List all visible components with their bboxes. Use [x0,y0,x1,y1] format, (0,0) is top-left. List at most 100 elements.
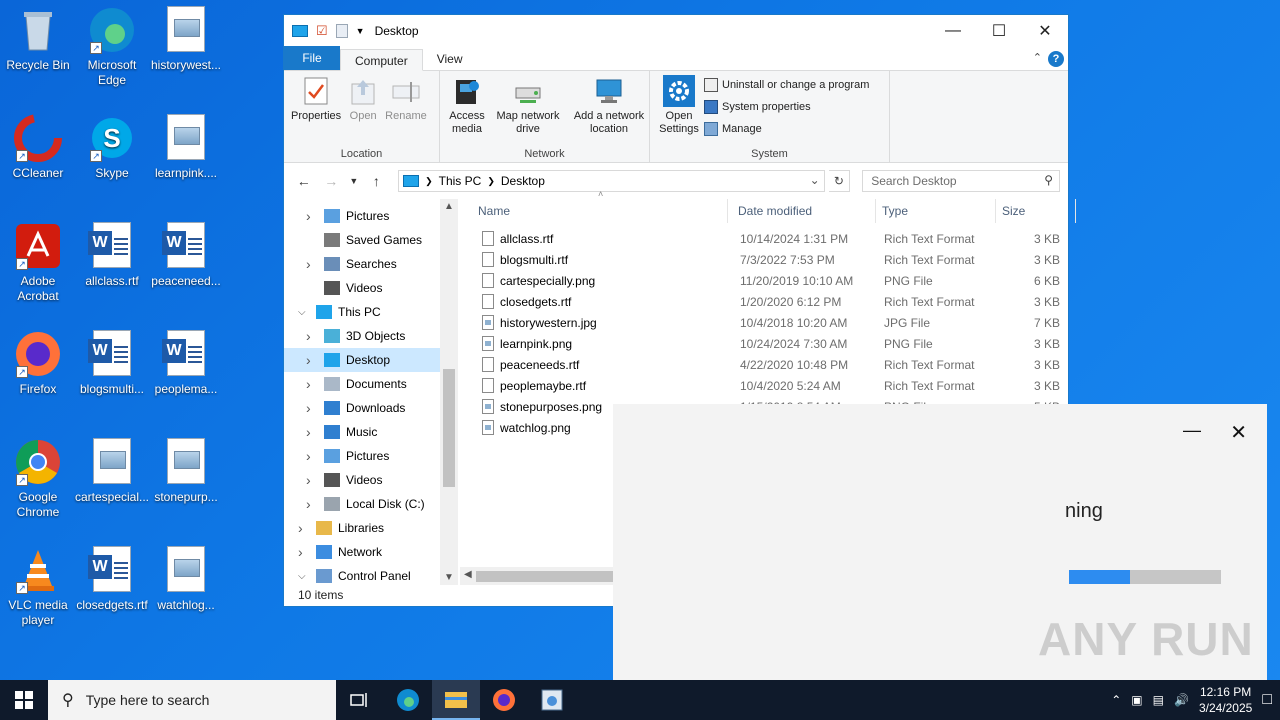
nav-item[interactable]: › 3D Objects [284,324,440,348]
desktop-icon[interactable]: ↗ CCleaner [0,114,76,181]
desktop-icon[interactable]: watchlog... [148,546,224,613]
desktop-icon[interactable]: learnpink.... [148,114,224,181]
app-taskbar-icon[interactable] [528,680,576,720]
nav-item[interactable]: › Pictures [284,204,440,228]
expand-arrow-icon[interactable]: › [306,472,311,488]
back-arrow-icon[interactable]: ← [292,173,315,189]
breadcrumb-this-pc[interactable]: This PC [439,174,482,188]
new-folder-quick-icon[interactable] [335,24,348,38]
nav-item[interactable]: › Local Disk (C:) [284,492,440,516]
address-bar[interactable]: ❯ This PC ❯ Desktop ⌄ [398,170,825,192]
close-button[interactable]: ✕ [1022,15,1068,47]
nav-item[interactable]: › Searches [284,252,440,276]
table-row[interactable]: allclass.rtf 10/14/2024 1:31 PM Rich Text … [458,229,1068,250]
nav-scroll-thumb[interactable] [443,369,455,487]
nav-item[interactable]: ⌵ Control Panel [284,564,440,585]
properties-quick-icon[interactable]: ☑ [316,23,328,39]
collapse-arrow-icon[interactable]: ⌵ [298,571,306,582]
scroll-left-icon[interactable]: ◀ [464,569,472,580]
scroll-down-icon[interactable]: ▼ [444,572,454,583]
breadcrumb-separator-icon[interactable]: ❯ [425,176,433,187]
refresh-icon[interactable]: ↻ [828,170,851,192]
chevron-up-icon[interactable]: ⌃ [1111,693,1121,707]
taskbar-search-input[interactable]: ⚲ Type here to search [48,680,336,720]
expand-arrow-icon[interactable]: › [306,352,311,368]
column-date-modified[interactable]: Date modified [732,199,876,223]
desktop-icon[interactable]: Wpeoplema... [148,330,224,397]
expand-arrow-icon[interactable]: › [306,424,311,440]
desktop-icon[interactable]: Wallclass.rtf [74,222,150,289]
nav-item[interactable]: › Libraries [284,516,440,540]
desktop-icon[interactable]: ↗ Google Chrome [0,438,76,520]
network-icon[interactable]: ▤ [1153,693,1164,707]
table-row[interactable]: closedgets.rtf 1/20/2020 6:12 PM Rich Text… [458,292,1068,313]
forward-arrow-icon[interactable]: → [319,173,342,189]
desktop-icon[interactable]: Wblogsmulti... [74,330,150,397]
table-row[interactable]: blogsmulti.rtf 7/3/2022 7:53 PM Rich Text … [458,250,1068,271]
expand-arrow-icon[interactable]: › [306,376,311,392]
desktop-icon[interactable]: stonepurp... [148,438,224,505]
start-button[interactable] [0,680,48,720]
recent-locations-icon[interactable]: ▼ [347,176,361,186]
desktop-icon[interactable]: Recycle Bin [0,6,76,73]
desktop-icon[interactable]: ↗ Adobe Acrobat [0,222,76,304]
uninstall-program-button[interactable]: Uninstall or change a program [704,77,869,93]
tab-file[interactable]: File [284,46,340,70]
customize-toolbar-icon[interactable]: ▼ [356,26,365,36]
desktop-icon[interactable]: historywest... [148,6,224,73]
notifications-icon[interactable]: □ [1262,691,1272,709]
dialog-minimize-button[interactable]: — [1183,420,1201,441]
table-row[interactable]: peoplemaybe.rtf 10/4/2020 5:24 AM Rich Tex… [458,376,1068,397]
desktop-icon[interactable]: Wclosedgets.rtf [74,546,150,613]
expand-arrow-icon[interactable]: › [306,328,311,344]
dialog-close-button[interactable]: ✕ [1230,420,1247,445]
file-explorer-taskbar-icon[interactable] [432,680,480,720]
nav-item[interactable]: › Videos [284,468,440,492]
nav-item[interactable]: › Desktop [284,348,440,372]
task-view-icon[interactable] [336,680,384,720]
nav-item[interactable]: › Documents [284,372,440,396]
nav-item[interactable]: › Music [284,420,440,444]
table-row[interactable]: historywestern.jpg 10/4/2018 10:20 AM JPG … [458,313,1068,334]
maximize-button[interactable]: ☐ [976,15,1022,47]
nav-item[interactable]: ⌵ This PC [284,300,440,324]
address-dropdown-icon[interactable]: ⌄ [810,173,820,187]
nav-item[interactable]: Saved Games [284,228,440,252]
manage-button[interactable]: Manage [704,121,869,137]
up-arrow-icon[interactable]: ↑ [365,173,388,189]
expand-arrow-icon[interactable]: › [306,208,311,224]
desktop-icon[interactable]: ↗ VLC media player [0,546,76,628]
firefox-taskbar-icon[interactable] [480,680,528,720]
desktop-icon[interactable]: S ↗ Skype [74,114,150,181]
expand-arrow-icon[interactable]: › [306,256,311,272]
tab-view[interactable]: View [423,48,477,70]
system-properties-button[interactable]: System properties [704,99,869,115]
collapse-ribbon-icon[interactable]: ⌃ [1033,51,1042,64]
expand-arrow-icon[interactable]: › [306,496,311,512]
desktop-icon[interactable]: ↗ Microsoft Edge [74,6,150,88]
edge-taskbar-icon[interactable] [384,680,432,720]
expand-arrow-icon[interactable]: › [298,544,303,560]
breadcrumb-desktop[interactable]: Desktop [501,174,545,188]
desktop-icon[interactable]: ↗ Firefox [0,330,76,397]
nav-scrollbar[interactable]: ▲ ▼ [440,199,458,585]
nav-item[interactable]: › Pictures [284,444,440,468]
minimize-button[interactable]: — [930,15,976,47]
scroll-up-icon[interactable]: ▲ [444,201,454,212]
column-size[interactable]: Size [996,199,1076,223]
search-input[interactable]: Search Desktop ⚲ [862,170,1060,192]
desktop-icon[interactable]: Wpeaceneed... [148,222,224,289]
collapse-arrow-icon[interactable]: ⌵ [298,307,306,318]
help-icon[interactable]: ? [1048,51,1064,67]
security-icon[interactable]: ▣ [1131,693,1142,707]
column-type[interactable]: Type [876,199,996,223]
volume-icon[interactable]: 🔊 [1174,693,1189,707]
clock[interactable]: 12:16 PM 3/24/2025 [1199,684,1252,716]
table-row[interactable]: peaceneeds.rtf 4/22/2020 10:48 PM Rich Tex… [458,355,1068,376]
desktop-icon[interactable]: cartespecial... [74,438,150,505]
table-row[interactable]: learnpink.png 10/24/2024 7:30 AM PNG File 3… [458,334,1068,355]
tab-computer[interactable]: Computer [340,49,423,71]
column-name[interactable]: Name [472,199,728,223]
nav-item[interactable]: › Downloads [284,396,440,420]
breadcrumb-separator-icon[interactable]: ❯ [487,176,495,187]
